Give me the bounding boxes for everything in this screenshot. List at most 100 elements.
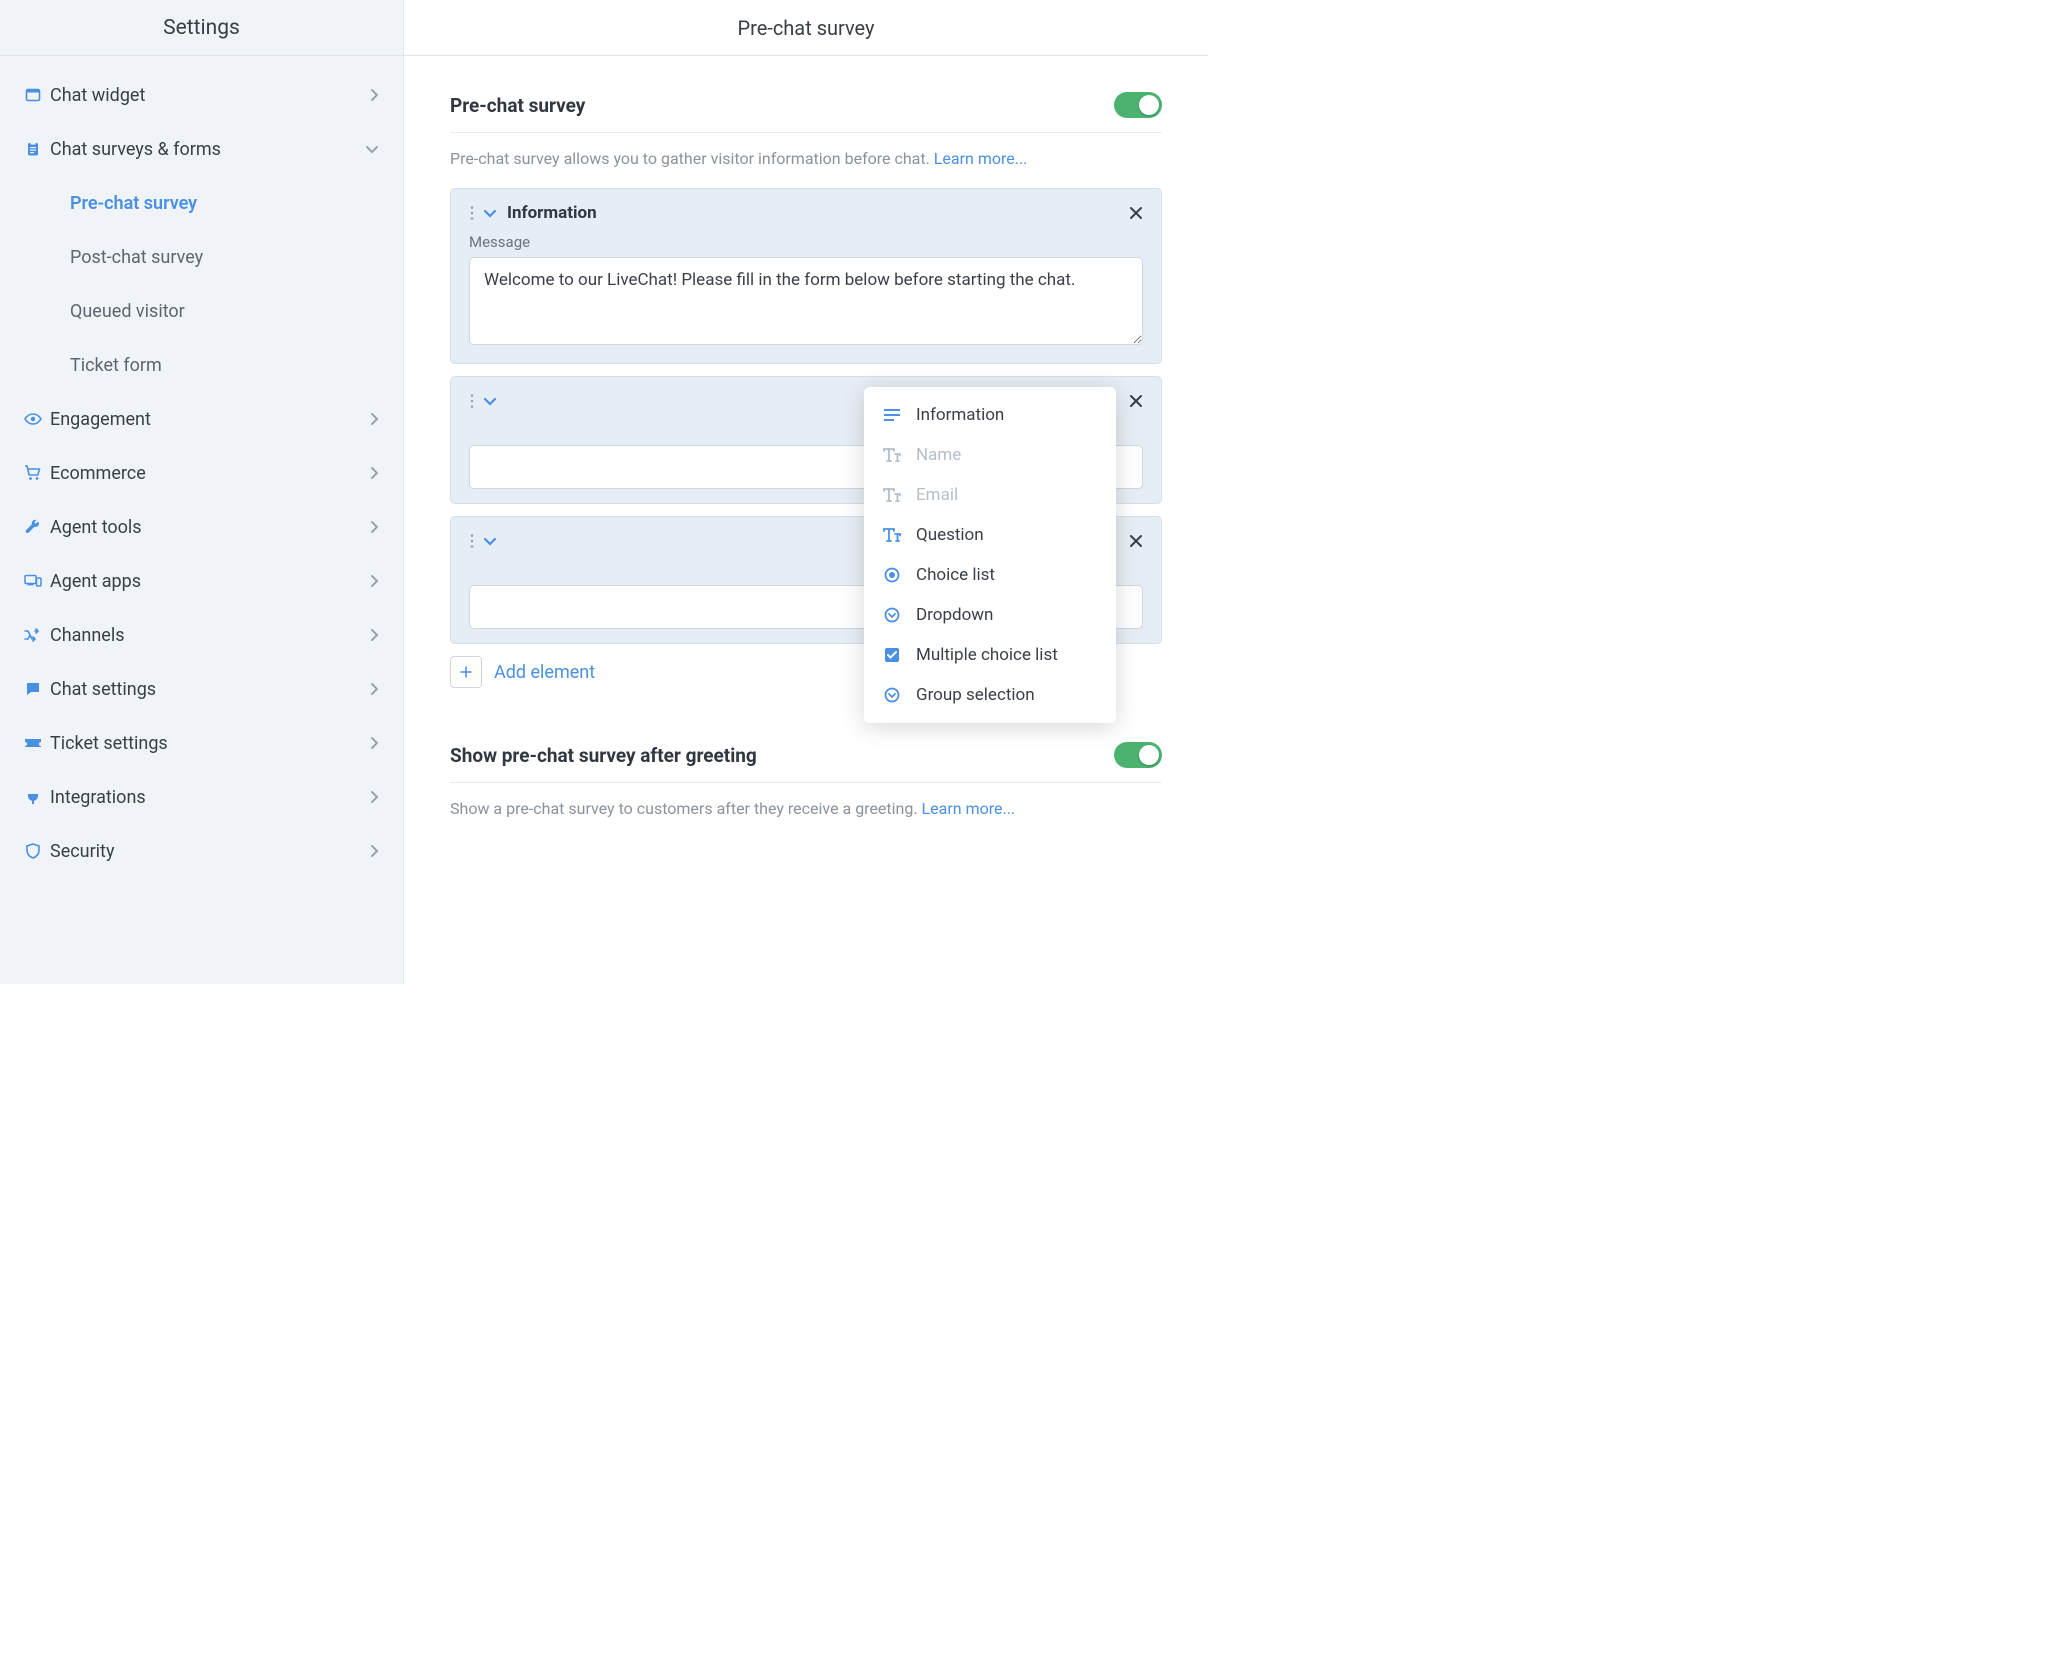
circle-chevron-icon bbox=[882, 687, 902, 703]
chat-icon bbox=[18, 681, 48, 697]
show-after-greeting-toggle[interactable] bbox=[1114, 742, 1162, 768]
section-heading: Show pre-chat survey after greeting bbox=[450, 744, 757, 767]
menu-item-multiple-choice[interactable]: Multiple choice list bbox=[864, 635, 1116, 675]
chevron-right-icon bbox=[369, 790, 379, 804]
menu-item-name: Name bbox=[864, 435, 1116, 475]
sidebar-item-integrations[interactable]: Integrations bbox=[0, 770, 403, 824]
menu-item-choice-list[interactable]: Choice list bbox=[864, 555, 1116, 595]
sidebar-item-agent-tools[interactable]: Agent tools bbox=[0, 500, 403, 554]
sidebar-item-label: Chat settings bbox=[50, 679, 369, 700]
menu-item-question[interactable]: Question bbox=[864, 515, 1116, 555]
add-element-label[interactable]: Add element bbox=[494, 662, 595, 683]
chevron-right-icon bbox=[369, 682, 379, 696]
shield-icon bbox=[18, 843, 48, 859]
sidebar-item-label: Chat surveys & forms bbox=[50, 139, 365, 160]
collapse-icon[interactable] bbox=[483, 536, 497, 546]
chevron-right-icon bbox=[369, 574, 379, 588]
sidebar-item-label: Ticket settings bbox=[50, 733, 369, 754]
menu-item-label: Dropdown bbox=[916, 605, 993, 625]
section-heading: Pre-chat survey bbox=[450, 94, 585, 117]
close-icon[interactable] bbox=[1129, 394, 1143, 408]
section-show-after-greeting: Show pre-chat survey after greeting bbox=[450, 742, 1162, 783]
menu-item-dropdown[interactable]: Dropdown bbox=[864, 595, 1116, 635]
checkbox-icon bbox=[882, 647, 902, 663]
sidebar-sub-pre-chat-survey[interactable]: Pre-chat survey bbox=[0, 176, 403, 230]
menu-item-information[interactable]: Information bbox=[864, 395, 1116, 435]
radio-icon bbox=[882, 567, 902, 583]
collapse-icon[interactable] bbox=[483, 396, 497, 406]
plug-icon bbox=[18, 789, 48, 805]
sidebar-item-chat-settings[interactable]: Chat settings bbox=[0, 662, 403, 716]
desc-text: Show a pre-chat survey to customers afte… bbox=[450, 799, 922, 818]
sidebar-item-label: Integrations bbox=[50, 787, 369, 808]
learn-more-link[interactable]: Learn more... bbox=[934, 149, 1028, 168]
main-content: Pre-chat survey Pre-chat survey Pre-chat… bbox=[404, 0, 1208, 984]
section-description: Pre-chat survey allows you to gather vis… bbox=[450, 149, 1162, 168]
sidebar-item-label: Ecommerce bbox=[50, 463, 369, 484]
clipboard-icon bbox=[18, 141, 48, 157]
devices-icon bbox=[18, 574, 48, 588]
card-information: Information Message bbox=[450, 188, 1162, 364]
collapse-icon[interactable] bbox=[483, 208, 497, 218]
add-element-button[interactable] bbox=[450, 656, 482, 688]
sidebar-nav: Chat widget Chat surveys & forms Pre-cha… bbox=[0, 56, 403, 878]
chevron-right-icon bbox=[369, 412, 379, 426]
chevron-right-icon bbox=[369, 628, 379, 642]
sidebar-item-ecommerce[interactable]: Ecommerce bbox=[0, 446, 403, 500]
sidebar-sub-queued-visitor[interactable]: Queued visitor bbox=[0, 284, 403, 338]
sidebar-item-engagement[interactable]: Engagement bbox=[0, 392, 403, 446]
close-icon[interactable] bbox=[1129, 206, 1143, 220]
sidebar-item-security[interactable]: Security bbox=[0, 824, 403, 878]
menu-item-label: Multiple choice list bbox=[916, 645, 1058, 665]
wrench-icon bbox=[18, 519, 48, 535]
chevron-right-icon bbox=[369, 844, 379, 858]
shuffle-icon bbox=[18, 628, 48, 642]
menu-item-label: Choice list bbox=[916, 565, 995, 585]
sidebar-item-chat-surveys[interactable]: Chat surveys & forms bbox=[0, 122, 403, 176]
sidebar-sub-ticket-form[interactable]: Ticket form bbox=[0, 338, 403, 392]
circle-chevron-icon bbox=[882, 607, 902, 623]
ticket-icon bbox=[18, 737, 48, 749]
menu-item-label: Group selection bbox=[916, 685, 1035, 705]
sidebar-item-agent-apps[interactable]: Agent apps bbox=[0, 554, 403, 608]
message-textarea[interactable] bbox=[469, 257, 1143, 345]
sidebar-sub-post-chat-survey[interactable]: Post-chat survey bbox=[0, 230, 403, 284]
chevron-down-icon bbox=[365, 144, 379, 154]
drag-handle-icon[interactable] bbox=[469, 393, 475, 409]
page-title: Pre-chat survey bbox=[404, 0, 1208, 56]
chevron-right-icon bbox=[369, 736, 379, 750]
eye-icon bbox=[18, 413, 48, 425]
cart-icon bbox=[18, 465, 48, 481]
lines-icon bbox=[882, 409, 902, 421]
sidebar-item-chat-widget[interactable]: Chat widget bbox=[0, 68, 403, 122]
sidebar-item-ticket-settings[interactable]: Ticket settings bbox=[0, 716, 403, 770]
sidebar-item-label: Engagement bbox=[50, 409, 369, 430]
chevron-right-icon bbox=[369, 466, 379, 480]
sidebar-item-channels[interactable]: Channels bbox=[0, 608, 403, 662]
sidebar-item-label: Chat widget bbox=[50, 85, 369, 106]
sidebar-sub-label: Ticket form bbox=[70, 355, 162, 376]
sidebar-title: Settings bbox=[0, 0, 403, 56]
sidebar-sub-label: Queued visitor bbox=[70, 301, 185, 322]
drag-handle-icon[interactable] bbox=[469, 533, 475, 549]
chevron-right-icon bbox=[369, 88, 379, 102]
menu-item-label: Name bbox=[916, 445, 961, 465]
add-element-menu: Information Name Email bbox=[864, 387, 1116, 723]
card-title: Information bbox=[507, 203, 1121, 223]
text-icon bbox=[882, 528, 902, 542]
learn-more-link[interactable]: Learn more... bbox=[922, 799, 1016, 818]
menu-item-group-selection[interactable]: Group selection bbox=[864, 675, 1116, 715]
close-icon[interactable] bbox=[1129, 534, 1143, 548]
sidebar-item-label: Agent tools bbox=[50, 517, 369, 538]
sidebar-item-label: Security bbox=[50, 841, 369, 862]
sidebar: Settings Chat widget Chat surveys & form… bbox=[0, 0, 404, 984]
drag-handle-icon[interactable] bbox=[469, 205, 475, 221]
section-prechat-survey: Pre-chat survey bbox=[450, 92, 1162, 133]
prechat-survey-toggle[interactable] bbox=[1114, 92, 1162, 118]
sidebar-item-label: Agent apps bbox=[50, 571, 369, 592]
sidebar-sub-label: Post-chat survey bbox=[70, 247, 203, 268]
sidebar-item-label: Channels bbox=[50, 625, 369, 646]
text-icon bbox=[882, 448, 902, 462]
desc-text: Pre-chat survey allows you to gather vis… bbox=[450, 149, 934, 168]
sidebar-sub-label: Pre-chat survey bbox=[70, 193, 197, 214]
